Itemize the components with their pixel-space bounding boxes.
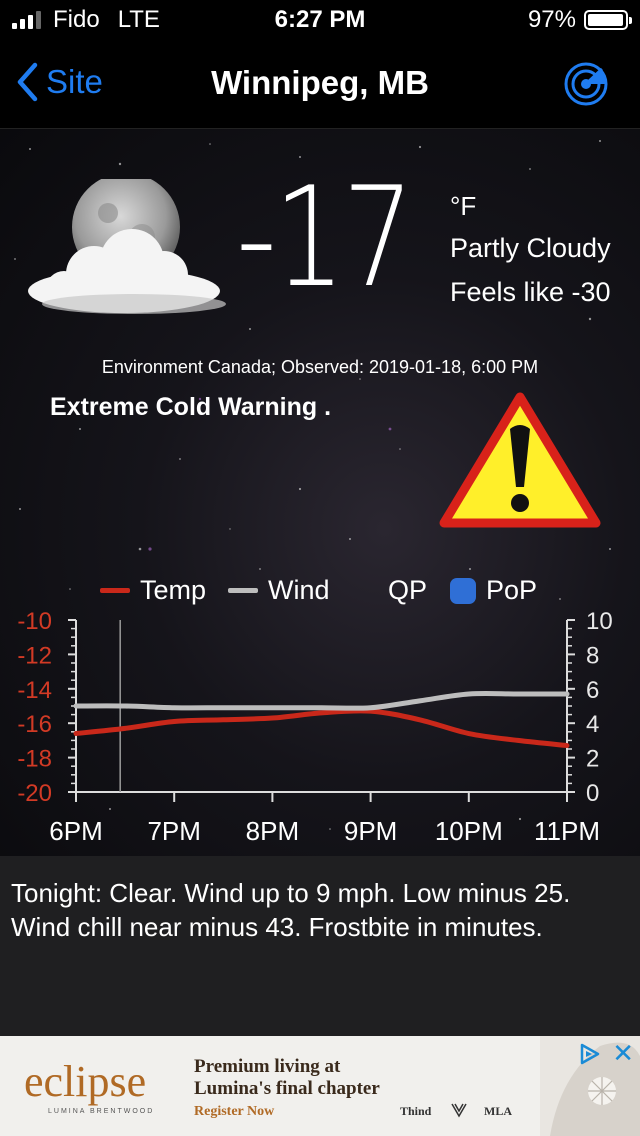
legend-temp: Temp (100, 575, 206, 606)
warning-text[interactable]: Extreme Cold Warning . (50, 393, 331, 422)
partner-emblem-icon (451, 1103, 467, 1118)
forecast-text: Tonight: Clear. Wind up to 9 mph. Low mi… (11, 878, 571, 942)
ad-headline-line1: Premium living at (194, 1056, 341, 1077)
left-tick-label: -20 (17, 780, 52, 807)
close-icon[interactable]: ✕ (612, 1040, 634, 1066)
forecast-panel: Tonight: Clear. Wind up to 9 mph. Low mi… (0, 856, 640, 1036)
legend-qp-label: QP (388, 575, 428, 605)
adchoices-icon[interactable] (578, 1042, 602, 1066)
right-tick-label: 0 (586, 780, 599, 807)
moon-cloud-icon (28, 179, 226, 314)
ad-banner[interactable]: eclipse LUMINA BRENTWOOD Premium living … (0, 1036, 640, 1136)
right-tick-label: 10 (586, 608, 613, 635)
nav-bar: Site Winnipeg, MB (0, 40, 640, 129)
legend-temp-label: Temp (140, 575, 207, 605)
legend-pop: PoP (450, 575, 537, 606)
legend-wind-label: Wind (268, 575, 330, 605)
right-tick-label: 6 (586, 677, 599, 704)
radar-icon[interactable] (564, 62, 608, 106)
warning-triangle-icon[interactable] (438, 391, 602, 531)
x-tick-label: 9PM (344, 816, 397, 846)
ad-brand-sub: LUMINA BRENTWOOD (48, 1108, 155, 1115)
battery-percent: 97% (527, 6, 576, 33)
condition-text: Partly Cloudy (450, 233, 611, 263)
observed-source: Environment Canada; Observed: 2019-01-18… (101, 357, 539, 377)
x-tick-label: 11PM (534, 816, 600, 846)
ad-headline[interactable]: Premium living at Lumina's final chapter (194, 1056, 380, 1100)
chart-legend: Temp Wind QP PoP (0, 575, 640, 611)
series-line-wind (73, 690, 570, 711)
battery-icon (584, 10, 632, 30)
right-tick-label: 8 (586, 642, 599, 669)
x-tick-label: 8PM (246, 816, 299, 846)
current-temperature: -17 (236, 157, 414, 318)
current-conditions-panel: -17 °F Partly Cloudy Feels like -30 Envi… (0, 129, 640, 856)
legend-wind-swatch (228, 588, 258, 593)
left-tick-label: -12 (17, 642, 52, 669)
legend-qp: QP (388, 575, 427, 606)
right-tick-label: 2 (586, 746, 599, 773)
left-tick-label: -16 (17, 711, 52, 738)
temperature-unit[interactable]: °F (450, 191, 476, 222)
ad-register-link[interactable]: Register Now (194, 1104, 274, 1120)
legend-pop-swatch (450, 577, 476, 604)
hourly-chart: -10 -12 -14 -16 -18 -20 10 8 6 4 2 0 6PM 7PM 8PM 9PM 10P… (17, 608, 613, 846)
left-tick-label: -14 (17, 677, 52, 704)
ad-brand-logo[interactable]: eclipse (24, 1056, 146, 1107)
series-line-temp (73, 708, 570, 749)
ad-headline-line2: Lumina's final chapter (194, 1078, 380, 1099)
x-tick-label: 7PM (147, 816, 200, 846)
ad-partner-1: Thind (400, 1104, 432, 1118)
feels-like-text: Feels like -30 (450, 277, 611, 307)
left-tick-label: -18 (17, 746, 52, 773)
legend-wind: Wind (228, 575, 330, 606)
status-right: 97% (527, 6, 632, 34)
x-tick-label: 10PM (435, 816, 503, 846)
x-tick-label: 6PM (49, 816, 102, 846)
legend-pop-label: PoP (486, 575, 538, 605)
status-bar: Fido LTE 6:27 PM 97% (0, 0, 640, 40)
page-title: Winnipeg, MB (211, 64, 429, 101)
right-tick-label: 4 (586, 711, 599, 738)
left-tick-label: -10 (17, 608, 52, 635)
legend-temp-swatch (100, 588, 130, 593)
ad-partner-2: MLA (484, 1104, 512, 1118)
